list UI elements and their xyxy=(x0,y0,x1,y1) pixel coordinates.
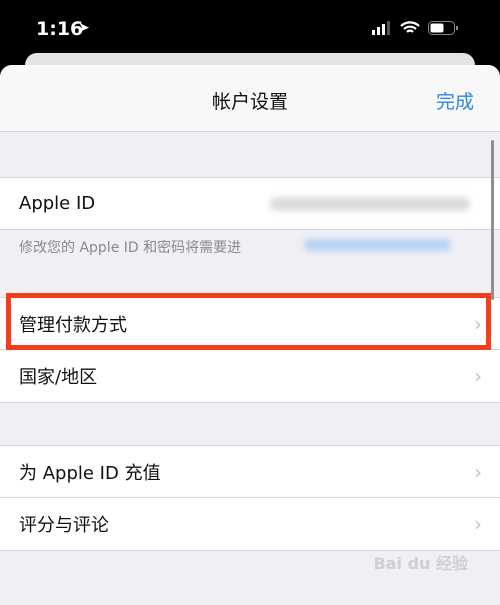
row-ratings-reviews[interactable]: 评分与评论 › xyxy=(0,498,500,551)
chevron-right-icon: › xyxy=(474,364,482,388)
row-label: 评分与评论 xyxy=(19,515,109,536)
scrollbar[interactable] xyxy=(491,140,494,300)
page-title: 帐户设置 xyxy=(211,91,288,113)
apple-id-footnote: 修改您的 Apple ID 和密码将需要进 xyxy=(19,240,242,256)
status-time: 1:16 xyxy=(36,18,84,40)
account-settings-sheet: 帐户设置 完成 Apple ID 修改您的 Apple ID 和密码将需要进 管… xyxy=(0,65,500,605)
apple-id-label: Apple ID xyxy=(19,193,96,214)
watermark: Bai du 经验 xyxy=(373,554,468,573)
battery-icon xyxy=(428,21,458,35)
wifi-icon xyxy=(400,21,420,33)
location-icon: ➤ xyxy=(78,20,90,36)
done-button[interactable]: 完成 xyxy=(436,87,474,114)
nav-bar: 帐户设置 完成 xyxy=(0,65,500,132)
apple-id-row[interactable]: Apple ID xyxy=(0,177,500,230)
highlight-box xyxy=(6,293,491,350)
status-bar: 1:16 ➤ xyxy=(0,0,500,55)
row-label: 为 Apple ID 充值 xyxy=(19,462,161,484)
row-add-funds[interactable]: 为 Apple ID 充值 › xyxy=(0,445,500,498)
row-label: 国家/地区 xyxy=(19,367,98,388)
apple-id-value-blurred xyxy=(270,196,470,211)
signal-icon xyxy=(372,21,390,35)
row-country-region[interactable]: 国家/地区 › xyxy=(0,350,500,403)
chevron-right-icon: › xyxy=(474,512,482,536)
chevron-right-icon: › xyxy=(474,459,482,484)
footnote-link-blurred[interactable] xyxy=(305,239,450,251)
